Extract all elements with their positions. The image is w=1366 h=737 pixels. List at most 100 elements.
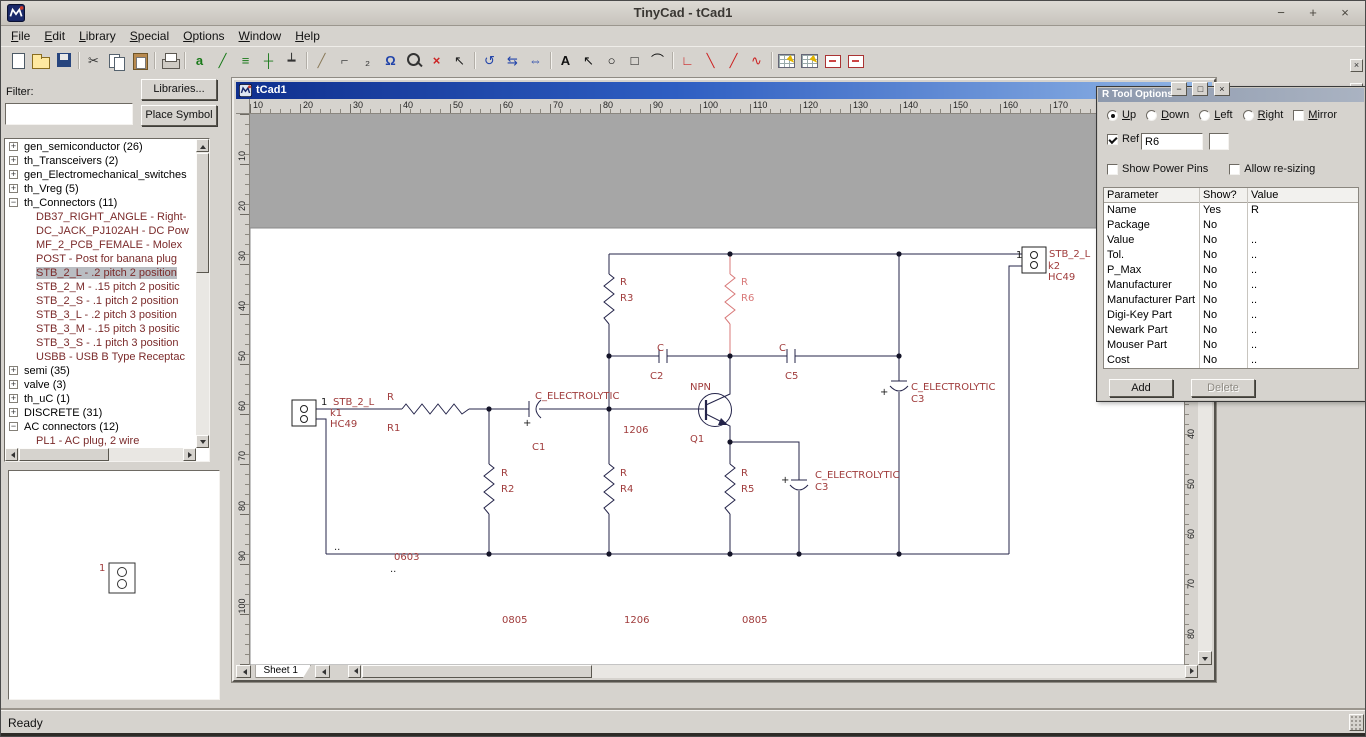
menu-library[interactable]: Library — [72, 26, 123, 44]
power-tool-icon[interactable]: ┷ — [281, 50, 302, 71]
cut-icon[interactable]: ✂ — [83, 50, 104, 71]
scrollbar-thumb[interactable] — [196, 153, 209, 273]
doc-close-button[interactable]: × — [1214, 82, 1230, 96]
print-icon[interactable] — [159, 50, 180, 71]
save-file-icon[interactable] — [53, 50, 74, 71]
close-button[interactable]: × — [1332, 3, 1358, 22]
docked-toolbar-close-button[interactable]: × — [1350, 59, 1363, 72]
param-row[interactable]: CostNo.. — [1104, 353, 1358, 368]
delete-tool-icon[interactable]: × — [426, 50, 447, 71]
scroll-left-button[interactable] — [5, 448, 18, 461]
select-tool-icon[interactable]: ↖ — [449, 50, 470, 71]
tree-item[interactable]: +valve (3) — [6, 378, 195, 392]
open-file-icon[interactable] — [30, 50, 51, 71]
block-export-icon[interactable] — [845, 50, 866, 71]
scroll-left-button[interactable] — [348, 665, 361, 678]
new-file-icon[interactable] — [7, 50, 28, 71]
label-sub-tool-icon[interactable]: ₂ — [357, 50, 378, 71]
orientation-radio-down[interactable]: Down — [1146, 109, 1189, 121]
menu-window[interactable]: Window — [232, 26, 289, 44]
tree-item[interactable]: STB_2_M - .15 pitch 2 positic — [6, 280, 195, 294]
annotation-text-tool-icon[interactable]: A — [555, 50, 576, 71]
curve-tool-icon[interactable]: ∿ — [746, 50, 767, 71]
rotate-tool-icon[interactable]: ↺ — [479, 50, 500, 71]
menu-help[interactable]: Help — [288, 26, 327, 44]
tree-item[interactable]: +gen_Electromechanical_switches — [6, 168, 195, 182]
tree-item[interactable]: +semi (35) — [6, 364, 195, 378]
param-row[interactable]: Newark PartNo.. — [1104, 323, 1358, 338]
scroll-right-button[interactable] — [183, 448, 196, 461]
expand-icon[interactable]: + — [9, 156, 18, 165]
menu-options[interactable]: Options — [176, 26, 231, 44]
scrollbar-thumb[interactable] — [362, 665, 592, 678]
scroll-right-button[interactable] — [1185, 665, 1198, 678]
tree-item[interactable]: STB_3_M - .15 pitch 3 positic — [6, 322, 195, 336]
horizontal-scrollbar[interactable] — [348, 665, 1198, 678]
tree-item[interactable]: +gen_semiconductor (26) — [6, 140, 195, 154]
scrollbar-thumb[interactable] — [19, 448, 109, 461]
block-tool-icon[interactable]: ⌐ — [334, 50, 355, 71]
arc-tool-icon[interactable]: ⌒ — [647, 50, 668, 71]
expand-icon[interactable]: + — [9, 380, 18, 389]
param-row[interactable]: Tol.No.. — [1104, 248, 1358, 263]
scroll-up-button[interactable] — [196, 139, 209, 152]
tree-item[interactable]: STB_2_L - .2 pitch 2 position — [6, 266, 195, 280]
pointer-tool-icon[interactable]: ↖ — [578, 50, 599, 71]
collapse-icon[interactable]: − — [9, 198, 18, 207]
ref-input[interactable] — [1141, 133, 1203, 150]
menu-edit[interactable]: Edit — [37, 26, 72, 44]
show-power-pins-checkbox[interactable]: Show Power Pins — [1107, 163, 1208, 175]
mirror-checkbox[interactable]: Mirror — [1293, 109, 1337, 121]
tree-item[interactable]: −AC connectors (12) — [6, 420, 195, 434]
scroll-down-button[interactable] — [1198, 651, 1212, 665]
ref-checkbox[interactable]: Ref — [1107, 133, 1139, 145]
param-row[interactable]: ValueNo.. — [1104, 233, 1358, 248]
menu-file[interactable]: File — [4, 26, 37, 44]
ellipse-tool-icon[interactable]: ○ — [601, 50, 622, 71]
text-tool-icon[interactable]: a — [189, 50, 210, 71]
orientation-radio-up[interactable]: Up — [1107, 109, 1136, 121]
expand-icon[interactable]: + — [9, 142, 18, 151]
collapse-icon[interactable]: − — [9, 422, 18, 431]
param-row[interactable]: Manufacturer PartNo.. — [1104, 293, 1358, 308]
tree-item[interactable]: MF_2_PCB_FEMALE - Molex — [6, 238, 195, 252]
tool-options-title[interactable]: R Tool Options — [1098, 88, 1364, 102]
tree-item[interactable]: STB_3_S - .1 pitch 3 position — [6, 336, 195, 350]
tree-vertical-scrollbar[interactable] — [196, 139, 209, 448]
param-row[interactable]: NameYesR — [1104, 203, 1358, 218]
navigate-tool-icon[interactable]: ⇔ — [525, 50, 546, 71]
zoom-tool-icon[interactable] — [403, 50, 424, 71]
tree-item[interactable]: STB_2_S - .1 pitch 2 position — [6, 294, 195, 308]
maximize-button[interactable]: + — [1300, 3, 1326, 22]
orientation-radio-right[interactable]: Right — [1243, 109, 1284, 121]
line-tool-icon[interactable]: ╱ — [723, 50, 744, 71]
expand-icon[interactable]: + — [9, 408, 18, 417]
hierarchy-tool-icon[interactable]: ⇆ — [502, 50, 523, 71]
edit-symbols-icon[interactable] — [799, 50, 820, 71]
ref-suffix-input[interactable] — [1209, 133, 1229, 150]
menu-special[interactable]: Special — [123, 26, 176, 44]
document-titlebar[interactable]: tCad1 — [236, 82, 1212, 99]
copy-icon[interactable] — [106, 50, 127, 71]
ruler-tool-icon[interactable]: ╱ — [311, 50, 332, 71]
tree-item[interactable]: PL1 - AC plug, 2 wire — [6, 434, 195, 447]
allow-resizing-checkbox[interactable]: Allow re-sizing — [1229, 163, 1315, 175]
tree-item[interactable]: +th_uC (1) — [6, 392, 195, 406]
param-row[interactable]: ManufacturerNo.. — [1104, 278, 1358, 293]
tree-item[interactable]: +th_Vreg (5) — [6, 182, 195, 196]
bus-tool-icon[interactable]: ≡ — [235, 50, 256, 71]
paste-icon[interactable] — [129, 50, 150, 71]
schematic-canvas[interactable]: 1STB_2_Lk1HC49RR1C_ELECTROLYTIC+C1RR2RR3… — [250, 114, 1198, 665]
block-import-icon[interactable] — [822, 50, 843, 71]
junction-tool-icon[interactable]: ┼ — [258, 50, 279, 71]
sheet-scroll-right-button[interactable] — [315, 665, 330, 678]
orientation-radio-left[interactable]: Left — [1199, 109, 1232, 121]
param-row[interactable]: P_MaxNo.. — [1104, 263, 1358, 278]
sheet-tab[interactable]: Sheet 1 — [255, 665, 310, 678]
param-row[interactable]: Digi-Key PartNo.. — [1104, 308, 1358, 323]
delete-parameter-button[interactable]: Delete — [1191, 379, 1255, 397]
doc-minimize-button[interactable]: − — [1171, 82, 1187, 96]
tree-item[interactable]: +th_Transceivers (2) — [6, 154, 195, 168]
tree-item[interactable]: −th_Connectors (11) — [6, 196, 195, 210]
tree-item[interactable]: +DISCRETE (31) — [6, 406, 195, 420]
